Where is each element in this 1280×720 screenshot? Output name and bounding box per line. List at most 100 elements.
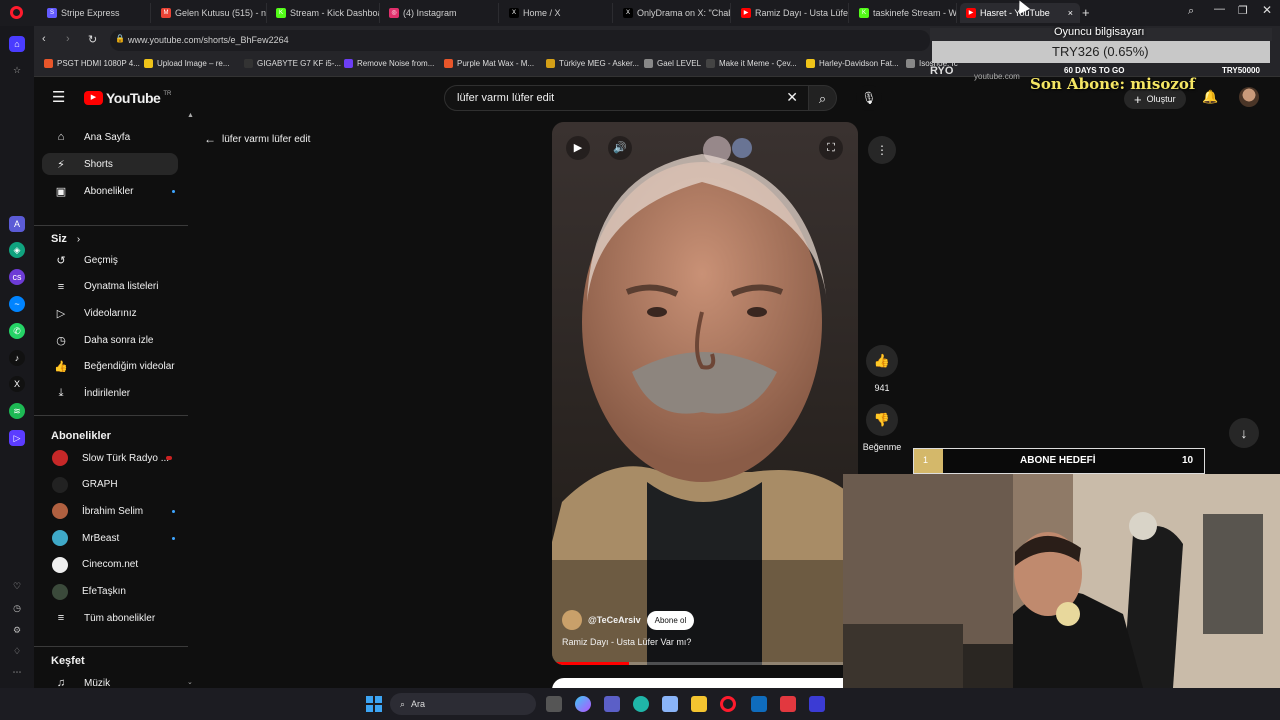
subscribe-button[interactable]: Abone ol (646, 610, 695, 630)
voice-search-button[interactable]: 🎙 (856, 85, 882, 111)
close-tab-icon[interactable]: × (1068, 8, 1073, 18)
volume-button[interactable]: 🔊 (608, 136, 632, 160)
sidebar-item-0[interactable]: ⌂ Ana Sayfa (42, 126, 178, 148)
sidebar-item-2[interactable]: ▣ Abonelikler (42, 180, 178, 202)
windows-start-icon[interactable] (366, 696, 382, 712)
teams-icon[interactable] (604, 696, 620, 712)
bookmark-item[interactable]: GIGABYTE G7 KF i5-... (244, 59, 341, 68)
sidebar-you-item-2[interactable]: ▷ Videolarınız (42, 302, 178, 324)
messenger-icon[interactable]: ~ (9, 296, 25, 312)
outlook-icon[interactable] (751, 696, 767, 712)
sidebar-you-item-0[interactable]: ↺ Geçmiş (42, 249, 178, 271)
notifications-bell-icon[interactable]: 🔔 (1202, 89, 1218, 105)
sidebar-you-item-1[interactable]: ≡ Oynatma listeleri (42, 276, 178, 298)
maximize-button[interactable]: ❐ (1238, 4, 1248, 17)
bookmark-item[interactable]: Purple Mat Wax - M... (444, 59, 534, 68)
subscription-item[interactable]: ≡ Tüm abonelikler (42, 607, 178, 629)
like-button[interactable]: 👍 941 (862, 345, 902, 393)
back-icon[interactable]: ‹ (42, 33, 46, 45)
bookmark-item[interactable]: Gael LEVEL (644, 59, 701, 68)
home-icon[interactable]: ⌂ (9, 36, 25, 52)
bookmark-item[interactable]: Upload Image – re... (144, 59, 229, 68)
x-icon[interactable]: X (9, 376, 25, 392)
whatsapp-icon[interactable]: ✆ (9, 323, 25, 339)
subscription-item[interactable]: Slow Türk Radyo ... (42, 447, 178, 469)
browser-tab[interactable]: Ktaskinefe Stream - Watch (853, 3, 957, 23)
opera-logo-icon[interactable] (10, 6, 23, 19)
channel-name[interactable]: @TeCeArsiv (588, 615, 641, 625)
task-view-icon[interactable] (546, 696, 562, 712)
copilot-icon[interactable] (575, 696, 591, 712)
back-to-search[interactable]: ← lüfer varmı lüfer edit (204, 132, 310, 146)
spotify-icon[interactable]: ≋ (9, 403, 25, 419)
microphone-icon: 🎙 (861, 91, 877, 105)
subscription-item[interactable]: EfeTaşkın (42, 581, 178, 603)
taskbar-search[interactable]: ⌕ Ara (390, 693, 536, 715)
bookmark-item[interactable]: PSGT HDMI 1080P 4... (44, 59, 140, 68)
browser-tab[interactable]: S Stripe Express (41, 3, 151, 23)
search-button[interactable]: ⌕ (809, 85, 837, 111)
browser-tab[interactable]: X Home / X (503, 3, 613, 23)
bulb-icon[interactable]: ♢ (9, 643, 25, 659)
youtube-logo[interactable]: ▶ YouTube TR (84, 90, 171, 106)
subscription-item[interactable]: GRAPH (42, 474, 178, 496)
new-tab-button[interactable]: + (1082, 5, 1090, 20)
browser-tab[interactable]: K Stream - Kick Dashboard (270, 3, 380, 23)
you-section-title[interactable]: Siz › (51, 233, 80, 245)
play-button[interactable]: ▶ (566, 136, 590, 160)
short-title[interactable]: Ramiz Dayı - Usta Lüfer Var mı? (562, 637, 691, 647)
history-icon[interactable]: ◷ (9, 600, 25, 616)
menu-icon[interactable]: ☰ (52, 88, 65, 106)
fullscreen-button[interactable]: ⛶ (819, 136, 843, 160)
minimize-button[interactable]: — (1214, 3, 1225, 15)
close-window-button[interactable]: ✕ (1262, 3, 1272, 17)
bookmark-item[interactable]: Türkiye MEG - Asker... (546, 59, 639, 68)
forward-icon[interactable]: › (66, 33, 70, 45)
dislike-button[interactable]: 👎 Beğenme (856, 404, 908, 452)
short-video-player[interactable]: ▶ 🔊 ⛶ @TeCeArsiv Abone ol Ramiz Dayı - U… (552, 122, 858, 665)
channel-avatar (52, 503, 68, 520)
sidebar-you-item-3[interactable]: ◷ Daha sonra izle (42, 329, 178, 351)
star-icon[interactable]: ☆ (9, 62, 25, 78)
bookmark-item[interactable]: Remove Noise from... (344, 59, 434, 68)
subscription-item[interactable]: MrBeast (42, 527, 178, 549)
aria-icon[interactable]: A (9, 216, 25, 232)
edge-icon[interactable] (633, 696, 649, 712)
reload-icon[interactable]: ↻ (88, 33, 97, 46)
explorer-icon[interactable] (691, 696, 707, 712)
video-progress-bar[interactable] (552, 662, 858, 665)
browser-tab[interactable]: X OnlyDrama on X: "Chaby (617, 3, 731, 23)
scroll-down-button[interactable]: ↓ (1229, 418, 1259, 448)
more-options-button[interactable]: ⋮ (868, 136, 896, 164)
heart-icon[interactable]: ♡ (9, 578, 25, 594)
url-field[interactable]: 🔒 www.youtube.com/shorts/e_BhFew2264 (110, 30, 930, 51)
opera-taskbar-icon[interactable] (720, 696, 736, 712)
clear-search-icon[interactable]: ✕ (786, 89, 798, 106)
cs-icon[interactable]: cs (9, 269, 25, 285)
wps-icon[interactable] (780, 696, 796, 712)
sidebar-item-1[interactable]: ⚡ Shorts (42, 153, 178, 175)
browser-tab[interactable]: ◎ (4) Instagram (383, 3, 499, 23)
settings-icon[interactable]: ⚙ (9, 622, 25, 638)
search-input[interactable]: lüfer varmı lüfer edit ✕ (444, 85, 809, 111)
browser-tab[interactable]: ▶ Ramiz Dayı - Usta Lüfer V (735, 3, 849, 23)
tiktok-icon[interactable]: ♪ (9, 350, 25, 366)
browser-tab[interactable]: M Gelen Kutusu (515) - nosu (155, 3, 267, 23)
player-icon[interactable]: ▷ (9, 430, 25, 446)
sidebar-you-item-5[interactable]: ⤓ İndirilenler (42, 383, 178, 405)
chatgpt-icon[interactable]: ◈ (9, 242, 25, 258)
sidebar-scroll-up-icon[interactable]: ▲ (187, 112, 194, 119)
subscription-item-icon: ≡ (57, 612, 65, 625)
sidebar-you-item-4[interactable]: 👍 Beğendiğim videolar (42, 356, 178, 378)
store-icon[interactable] (662, 696, 678, 712)
sidebar-scroll-down-icon[interactable]: ⌄ (187, 678, 193, 686)
account-avatar[interactable] (1239, 87, 1259, 107)
search-tabs-icon[interactable]: ⌕ (1188, 5, 1194, 18)
subscription-item[interactable]: Cinecom.net (42, 554, 178, 576)
channel-avatar[interactable] (562, 610, 582, 630)
bookmark-item[interactable]: Harley-Davidson Fat... (806, 59, 899, 68)
app-l-icon[interactable] (809, 696, 825, 712)
subscription-item[interactable]: İbrahim Selim (42, 500, 178, 522)
more-icon[interactable]: ⋯ (9, 664, 25, 680)
bookmark-item[interactable]: Make it Meme - Çev... (706, 59, 797, 68)
